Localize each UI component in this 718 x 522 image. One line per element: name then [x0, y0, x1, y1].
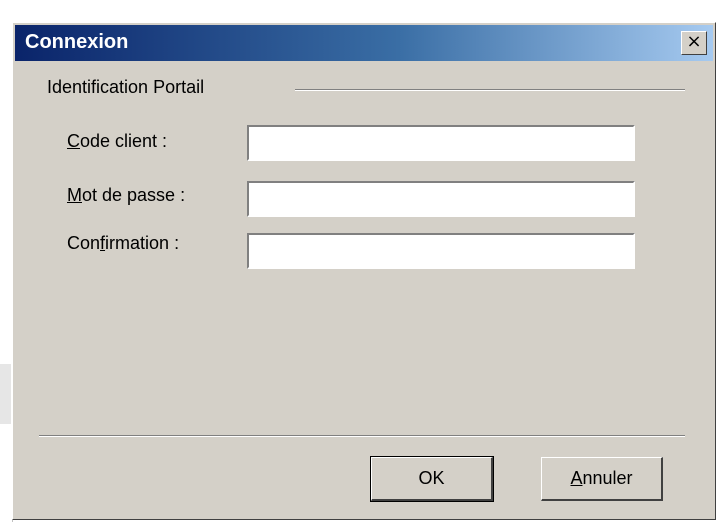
label-prefix: Con [67, 233, 101, 253]
confirmation-field[interactable] [247, 233, 635, 269]
button-mnemonic: A [570, 468, 583, 488]
label-rest: ot de passe : [82, 185, 186, 205]
ok-button[interactable]: OK [370, 456, 494, 502]
footer-divider [39, 435, 685, 437]
group-title: Identification Portail [47, 77, 205, 97]
mot-de-passe-field[interactable] [247, 181, 635, 217]
cancel-button[interactable]: Annuler [541, 457, 663, 501]
group-divider [295, 89, 685, 91]
close-icon: × [686, 31, 702, 52]
label-rest: irmation : [105, 233, 180, 253]
confirmation-input[interactable] [249, 235, 633, 267]
code-client-label: Code client : [67, 131, 167, 152]
code-client-input[interactable] [249, 127, 633, 159]
code-client-field[interactable] [247, 125, 635, 161]
confirmation-label: Confirmation : [67, 233, 179, 254]
mot-de-passe-input[interactable] [249, 183, 633, 215]
background-window-strip [0, 0, 718, 24]
label-rest: ode client : [80, 131, 168, 151]
dialog-title: Connexion [25, 31, 129, 53]
label-mnemonic: C [67, 131, 80, 151]
connexion-dialog: Connexion × Identification Portail Code … [12, 22, 716, 520]
button-rest: nnuler [582, 468, 633, 488]
mot-de-passe-label: Mot de passe : [67, 185, 185, 206]
close-button[interactable]: × [681, 31, 707, 55]
label-mnemonic: M [67, 185, 82, 205]
background-shade [0, 364, 11, 424]
title-bar[interactable]: Connexion × [15, 25, 713, 61]
